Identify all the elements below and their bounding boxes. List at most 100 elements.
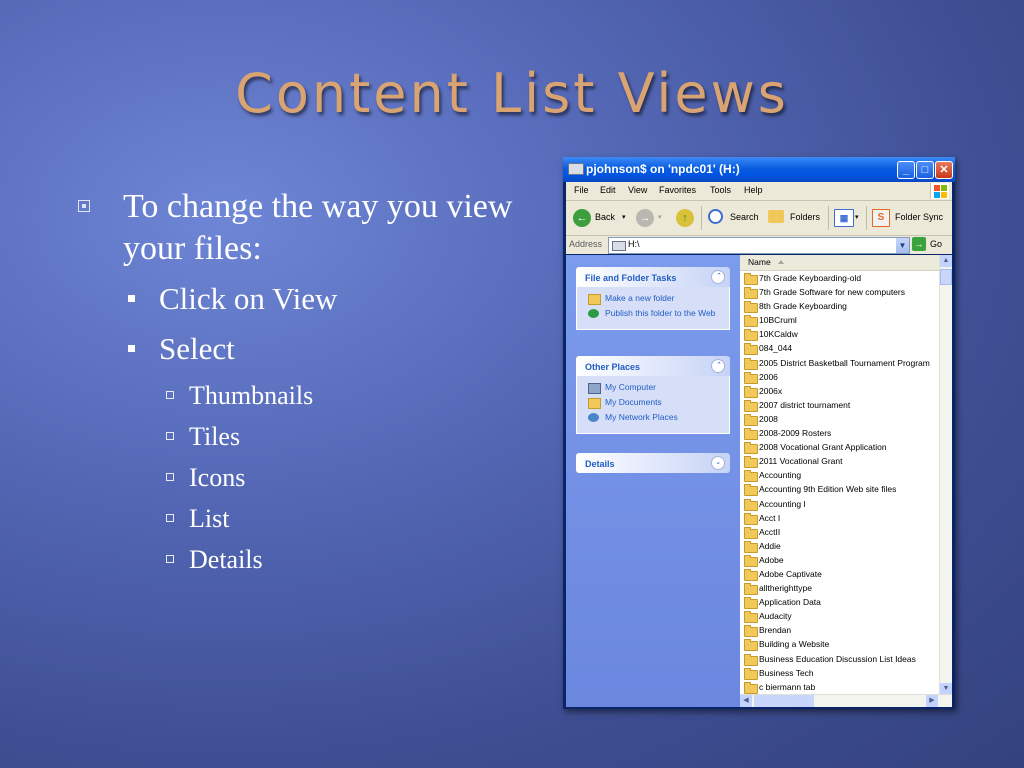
folders-button[interactable]: Folders [790,212,820,222]
folders-icon[interactable] [768,210,784,223]
documents-folder-icon [588,398,601,409]
folder-icon [744,343,758,356]
collapse-chevron-icon[interactable]: ⌃ [711,270,725,284]
scroll-right-icon[interactable]: ▶ [926,695,938,707]
file-name: 2006 [759,371,778,382]
folder-sync-button[interactable]: Folder Sync [895,212,943,222]
file-list-item[interactable]: Application Data [742,595,940,610]
name-column-header[interactable]: Name [740,255,952,271]
folder-icon [744,456,758,469]
back-arrow-icon[interactable]: ← [573,209,591,227]
file-name: Application Data [759,597,821,608]
file-list-item[interactable]: Business Education Discussion List Ideas [742,652,940,666]
computer-icon [588,383,601,394]
other-places-header[interactable]: Other Places ⌃ [576,356,730,376]
file-list-item[interactable]: 7th Grade Keyboarding-old [742,271,940,285]
file-list-item[interactable]: Accounting [742,468,940,483]
folder-icon [744,357,758,370]
make-new-folder-link[interactable]: Make a new folder [577,293,729,305]
file-list-item[interactable]: Business Tech [742,666,940,680]
back-button[interactable]: Back [595,212,615,222]
go-button[interactable]: Go [930,239,942,249]
file-name: 7th Grade Keyboarding-old [759,273,862,283]
file-list-item[interactable]: Addie [742,539,940,553]
menu-help[interactable]: Help [744,185,763,195]
file-list-item[interactable]: Building a Website [742,637,940,652]
file-list-item[interactable]: 2008 [742,412,940,426]
scroll-left-icon[interactable]: ◀ [740,695,752,707]
file-folder-tasks-header[interactable]: File and Folder Tasks ⌃ [576,267,730,287]
go-arrow-icon[interactable]: → [912,237,926,251]
file-name: 2008-2009 Rosters [759,428,832,439]
window-title: pjohnson$ on 'npdc01' (H:) [586,162,740,176]
file-list-item[interactable]: 084_044 [742,341,940,356]
file-list-item[interactable]: AcctII [742,525,940,539]
file-name: 10KCaldw [759,329,798,340]
menu-tools[interactable]: Tools [710,185,731,195]
file-list-item[interactable]: 2006x [742,384,940,398]
file-list-item[interactable]: alltherighttype [742,581,940,596]
address-field[interactable]: H:\ ▼ [608,237,910,254]
address-value[interactable]: H:\ [628,239,640,249]
file-list-item[interactable]: 7th Grade Software for new computers [742,285,940,300]
file-list-item[interactable]: Accounting 9th Edition Web site files [742,482,940,497]
search-button[interactable]: Search [730,212,759,222]
slide-title: Content List Views [235,62,789,125]
file-list-item[interactable]: 10BCruml [742,313,940,328]
menu-file[interactable]: File [574,185,589,195]
file-list-item[interactable]: 2007 district tournament [742,398,940,412]
close-button[interactable]: ✕ [935,161,953,179]
menu-favorites[interactable]: Favorites [659,185,696,195]
scroll-up-icon[interactable]: ▲ [940,255,952,267]
up-folder-icon[interactable]: ↑ [676,209,694,227]
file-list-item[interactable]: 2005 District Basketball Tournament Prog… [742,356,940,370]
views-icon[interactable]: ▦ [834,209,854,227]
publish-folder-link[interactable]: Publish this folder to the Web [577,308,729,319]
back-dropdown-icon[interactable]: ▾ [622,213,626,221]
drive-icon [612,241,626,251]
folder-icon [744,583,758,596]
file-list-item[interactable]: 8th Grade Keyboarding [742,299,940,314]
window-titlebar[interactable]: pjohnson$ on 'npdc01' (H:) _ □ ✕ [563,157,955,182]
file-list-item[interactable]: Adobe Captivate [742,567,940,581]
folder-icon [744,625,758,638]
collapse-chevron-icon[interactable]: ⌃ [711,359,725,373]
expand-chevron-icon[interactable]: ⌄ [711,456,725,470]
forward-arrow-icon[interactable]: → [636,209,654,227]
my-network-places-link[interactable]: My Network Places [577,412,729,423]
search-icon[interactable] [708,209,723,224]
file-list-item[interactable]: Acct I [742,511,940,525]
file-name: Adobe [759,554,784,565]
forward-dropdown-icon[interactable]: ▾ [658,213,662,221]
file-list-item[interactable]: c biermann tab [742,680,940,694]
file-name: AcctII [759,526,781,537]
file-list-item[interactable]: 2011 Vocational Grant [742,454,940,469]
file-list-item[interactable]: Accounting I [742,497,940,511]
file-list-item[interactable]: 10KCaldw [742,327,940,342]
minimize-button[interactable]: _ [897,161,915,179]
details-header[interactable]: Details ⌄ [576,453,730,473]
my-computer-link[interactable]: My Computer [577,382,729,394]
address-dropdown-icon[interactable]: ▼ [896,238,909,253]
maximize-button[interactable]: □ [916,161,934,179]
file-list-item[interactable]: Adobe [742,553,940,567]
file-name: Accounting 9th Edition Web site files [759,484,897,495]
vertical-scrollbar[interactable]: ▲ ▼ [939,255,952,695]
file-list-item[interactable]: 2008 Vocational Grant Application [742,440,940,455]
folder-sync-icon[interactable]: S [872,209,890,227]
views-dropdown-icon[interactable]: ▾ [855,213,859,221]
horizontal-scroll-thumb[interactable] [754,695,814,707]
my-documents-link[interactable]: My Documents [577,397,729,409]
folder-icon [744,611,758,624]
menu-view[interactable]: View [628,185,647,195]
standard-toolbar: ← Back ▾ → ▾ ↑ Search Folders ▦ ▾ S Fold… [566,201,952,236]
scroll-thumb[interactable] [940,269,952,285]
file-list-item[interactable]: Brendan [742,623,940,638]
file-list-item[interactable]: 2006 [742,370,940,384]
other-places-panel: Other Places ⌃ My Computer My Documents … [576,356,730,434]
file-list-item[interactable]: Audacity [742,609,940,624]
file-name: Addie [759,540,781,551]
menu-edit[interactable]: Edit [600,185,616,195]
file-list-item[interactable]: 2008-2009 Rosters [742,426,940,441]
horizontal-scrollbar[interactable]: ◀ ▶ [740,694,952,707]
